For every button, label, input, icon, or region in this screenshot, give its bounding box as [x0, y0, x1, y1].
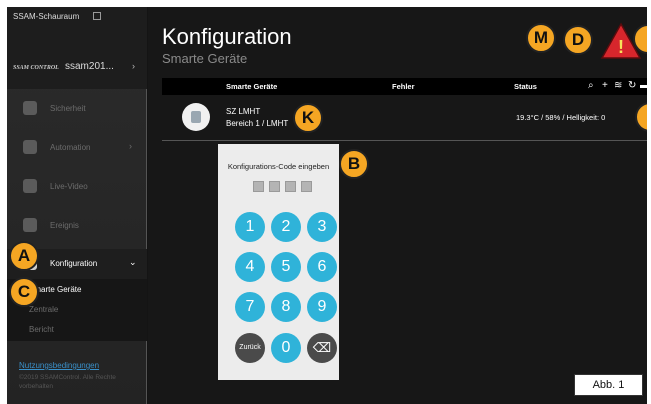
terms-link[interactable]: Nutzungsbedingungen — [19, 361, 99, 370]
callout-a: A — [9, 241, 39, 271]
sidebar-item-label: Ereignis — [50, 221, 79, 230]
sidebar-item-live-video[interactable]: Live-Video — [7, 172, 147, 202]
warning-icon: ! — [600, 22, 642, 59]
device-selector[interactable]: ssam201... — [65, 61, 114, 72]
device-name: SZ LMHT — [226, 107, 261, 116]
location-title: SSAM-Schauraum — [13, 12, 80, 21]
plus-icon[interactable]: + — [602, 80, 608, 91]
backspace-icon[interactable]: ⌫ — [307, 333, 337, 363]
sidebar-header: SSAM-Schauraum SSAM CONTROL ssam201... › — [7, 7, 147, 89]
edit-icon[interactable] — [93, 12, 101, 20]
page-title: Konfiguration — [162, 24, 292, 49]
code-digit-slot — [285, 181, 296, 192]
shield-icon — [23, 101, 37, 115]
sidebar: SSAM-Schauraum SSAM CONTROL ssam201... ›… — [7, 7, 147, 404]
sidebar-item-security[interactable]: Sicherheit — [7, 94, 147, 124]
callout-b: B — [339, 149, 369, 179]
keypad-key-9[interactable]: 9 — [307, 292, 337, 322]
wifi-icon[interactable]: ≋ — [614, 80, 622, 91]
list-icon — [23, 218, 37, 232]
code-digit-slot — [269, 181, 280, 192]
sliders-icon — [23, 140, 37, 154]
app-window: SSAM-Schauraum SSAM CONTROL ssam201... ›… — [7, 7, 647, 404]
keypad-key-5[interactable]: 5 — [271, 252, 301, 282]
column-header-errors: Fehler — [392, 82, 415, 91]
keypad-key-0[interactable]: 0 — [271, 333, 301, 363]
camera-icon — [23, 179, 37, 193]
keypad-key-4[interactable]: 4 — [235, 252, 265, 282]
chevron-right-icon[interactable]: › — [132, 61, 135, 71]
page-subtitle: Smarte Geräte — [162, 51, 248, 66]
code-digit-slot — [253, 181, 264, 192]
sidebar-item-events[interactable]: Ereignis — [7, 211, 147, 241]
sensor-icon — [182, 103, 210, 131]
keypad-key-7[interactable]: 7 — [235, 292, 265, 322]
sidebar-item-label: Konfiguration — [50, 259, 98, 268]
back-button[interactable]: Zurück — [235, 333, 265, 363]
trash-icon[interactable]: ▬ — [640, 80, 647, 91]
code-keypad-dialog: Konfigurations-Code eingeben 1 2 3 4 5 6… — [218, 144, 339, 380]
column-header-status: Status — [514, 82, 537, 91]
figure-label: Abb. 1 — [574, 374, 643, 396]
copyright-text: ©2019 SSAMControl. Alle Rechte vorbehalt… — [19, 374, 116, 390]
device-location: Bereich 1 / LMHT — [226, 119, 289, 128]
keypad-key-1[interactable]: 1 — [235, 212, 265, 242]
table-header: Smarte Geräte Fehler Status ⌕ + ≋ ↻ ▬ — [162, 78, 647, 95]
submenu-item-hub[interactable]: Zentrale — [29, 305, 58, 314]
keypad-key-3[interactable]: 3 — [307, 212, 337, 242]
sidebar-item-automation[interactable]: Automation › — [7, 133, 147, 163]
sidebar-item-label: Sicherheit — [50, 104, 86, 113]
device-status: 19.3°C / 58% / Helligkeit: 0 — [516, 113, 606, 122]
callout-m: M — [526, 23, 556, 53]
search-icon[interactable]: ⌕ — [588, 80, 594, 91]
table-row[interactable]: SZ LMHT Bereich 1 / LMHT 19.3°C / 58% / … — [162, 95, 647, 141]
callout-c: C — [9, 277, 39, 307]
column-header-devices: Smarte Geräte — [226, 82, 278, 91]
chevron-down-icon: ⌄ — [129, 257, 137, 267]
keypad-key-2[interactable]: 2 — [271, 212, 301, 242]
code-digit-slot — [301, 181, 312, 192]
sidebar-item-label: Automation — [50, 143, 91, 152]
keypad-key-6[interactable]: 6 — [307, 252, 337, 282]
callout-d: D — [563, 25, 593, 55]
keypad-title: Konfigurations-Code eingeben — [227, 162, 330, 171]
warning-mark: ! — [618, 37, 624, 57]
sidebar-item-label: Live-Video — [50, 182, 88, 191]
brand-logo: SSAM CONTROL — [13, 65, 59, 71]
callout-k: K — [293, 103, 323, 133]
submenu-item-report[interactable]: Bericht — [29, 325, 54, 334]
chevron-right-icon: › — [129, 141, 132, 151]
keypad-key-8[interactable]: 8 — [271, 292, 301, 322]
refresh-icon[interactable]: ↻ — [628, 80, 636, 91]
